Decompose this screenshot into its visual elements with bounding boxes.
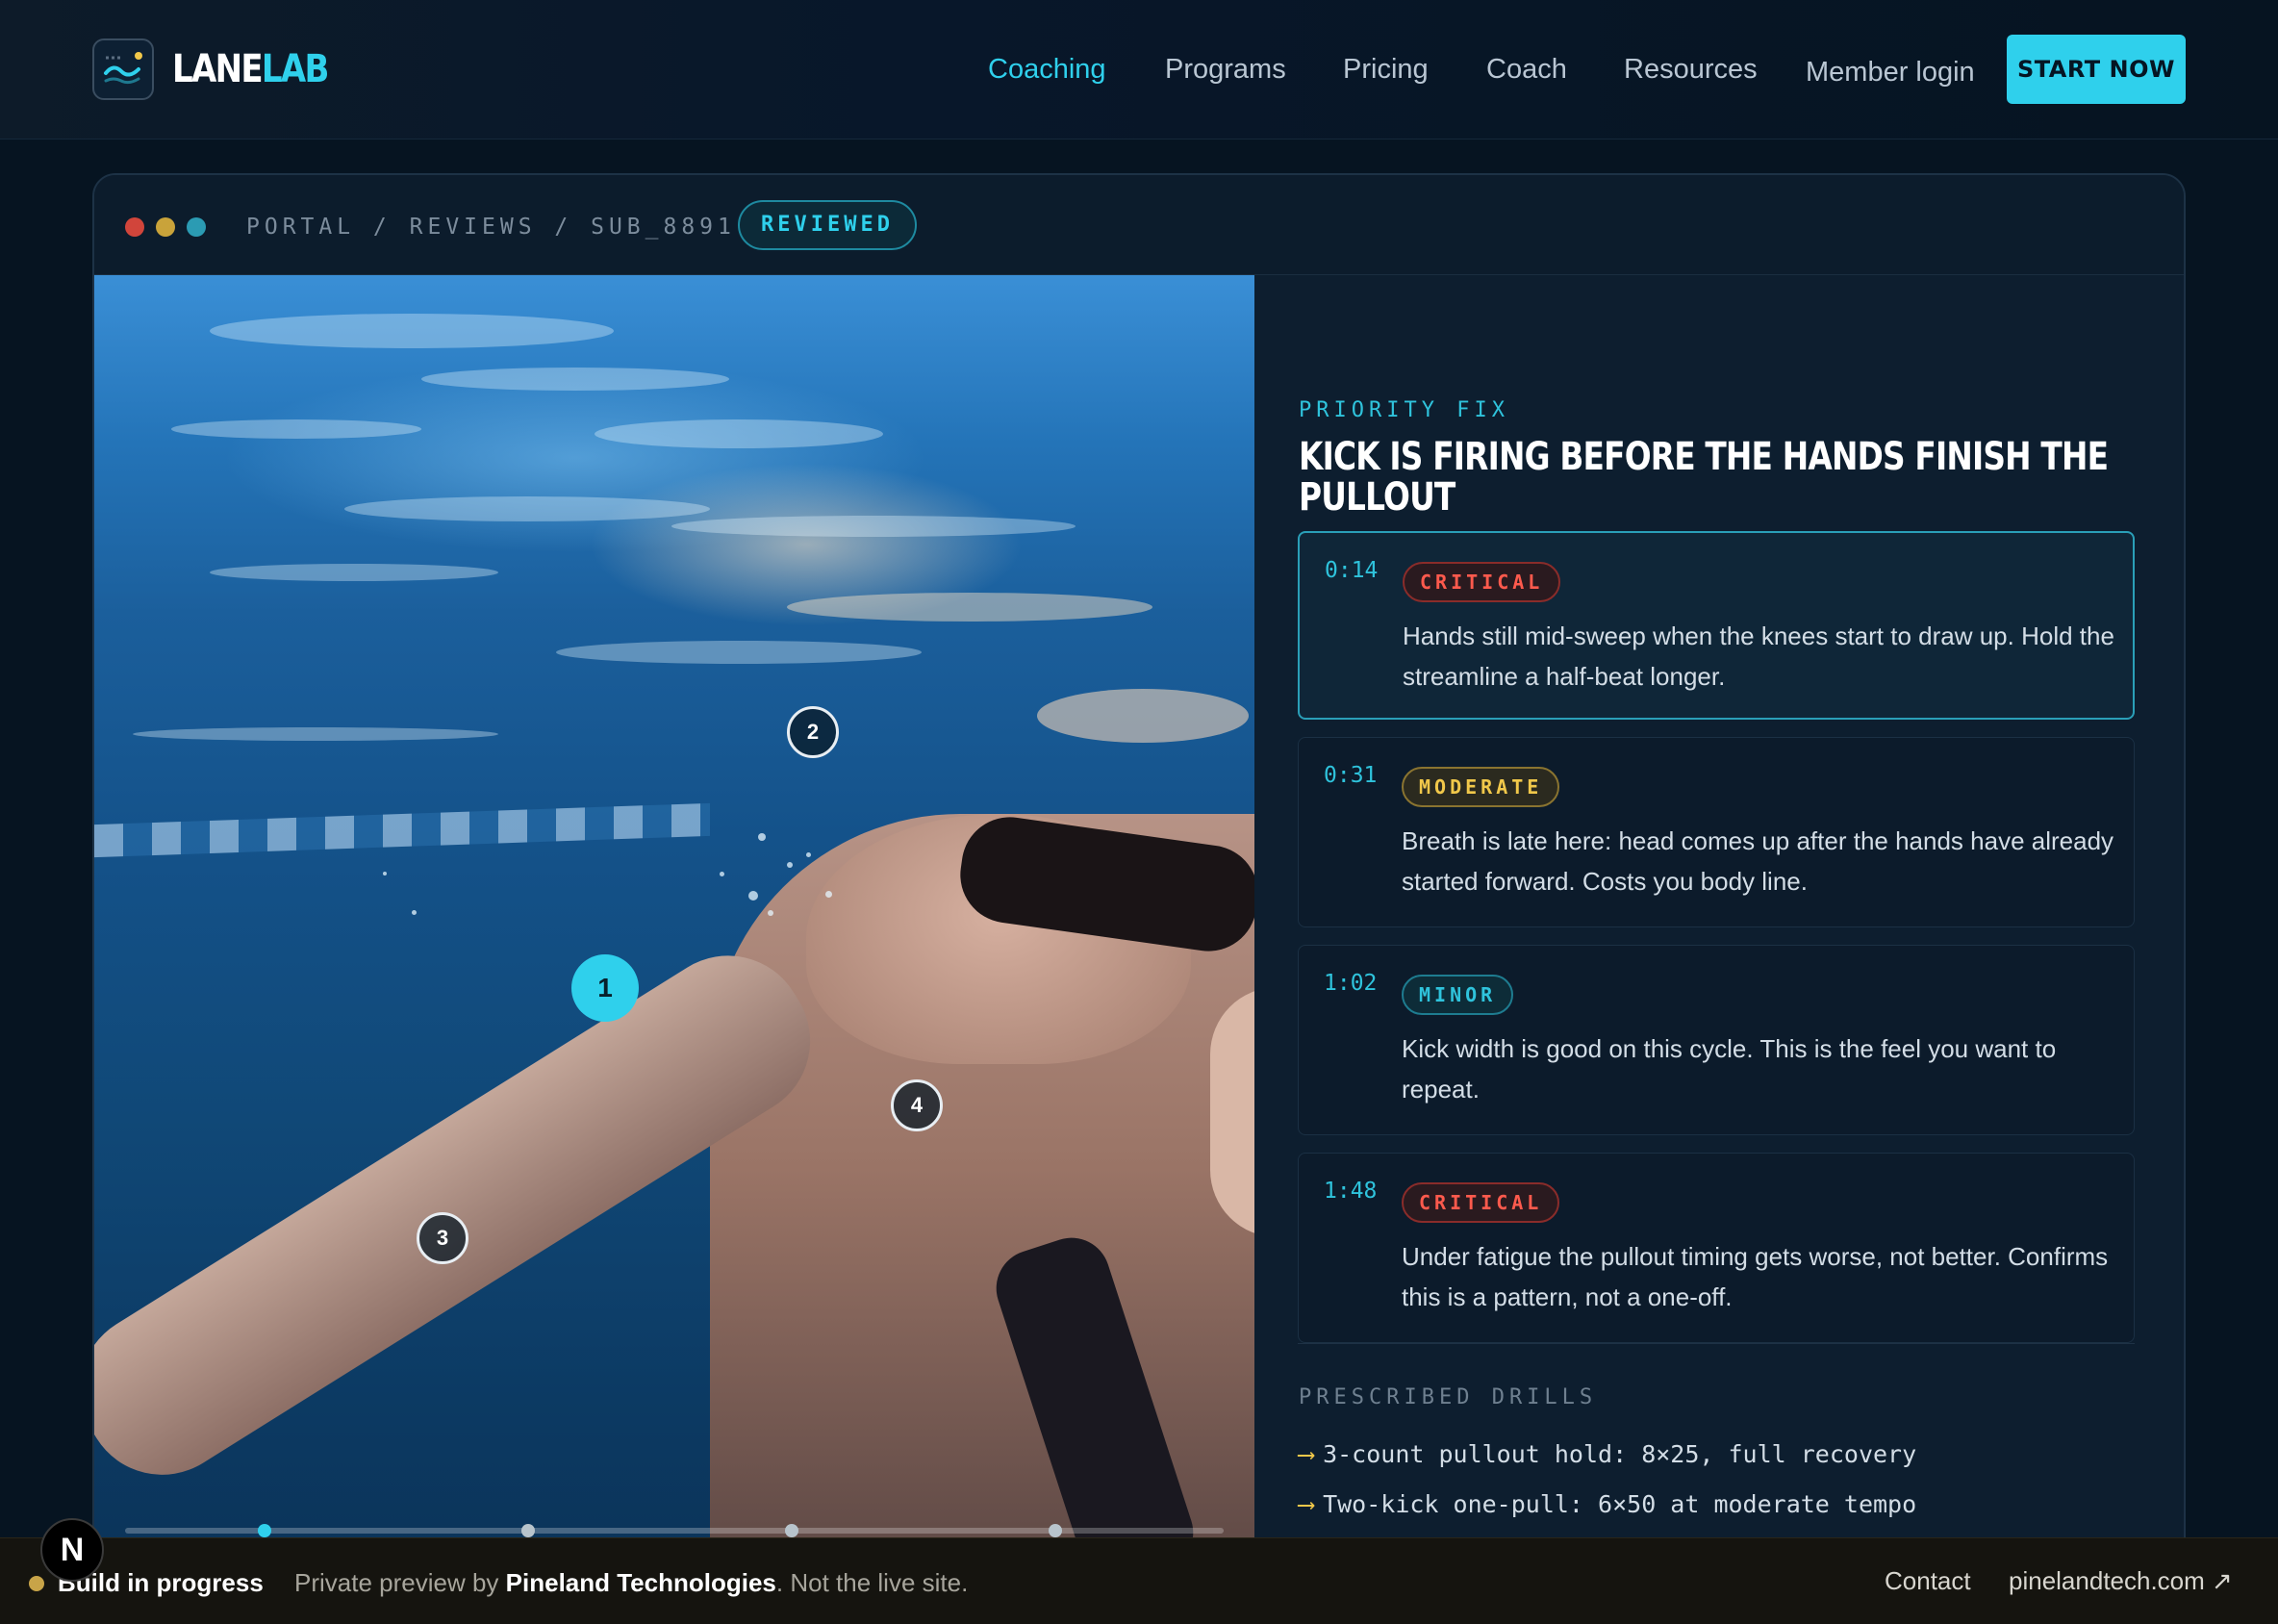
preview-banner: Build in progress Private preview by Pin… (0, 1537, 2278, 1624)
video-timeline[interactable] (125, 1524, 1224, 1537)
nav-item-pricing[interactable]: Pricing (1343, 48, 1429, 90)
marker-1[interactable]: 1 (571, 954, 639, 1022)
marker-3[interactable]: 3 (417, 1212, 468, 1264)
brand-wordmark[interactable]: LANELAB (172, 42, 329, 96)
note-text: Hands still mid-sweep when the knees sta… (1403, 622, 2114, 691)
brand-name-part2: LAB (261, 47, 329, 91)
brand-name-part1: LANE (172, 47, 264, 91)
preview-notice: Private preview by Pineland Technologies… (294, 1563, 968, 1602)
member-login-link[interactable]: Member login (1806, 51, 1975, 93)
breadcrumb: PORTAL / REVIEWS / SUB_8891 (246, 215, 736, 240)
panel-toolbar: PORTAL / REVIEWS / SUB_8891 REVIEWED (94, 175, 2184, 275)
drill-item: ⟶ 3-count pullout hold: 8×25, full recove… (1299, 1437, 1916, 1472)
swim-video-frame[interactable]: 1 2 3 4 (94, 275, 1254, 1624)
note-text: Under fatigue the pullout timing gets wo… (1402, 1242, 2109, 1311)
note-timestamp[interactable]: 0:14 (1325, 558, 1378, 583)
review-note-card[interactable]: 0:31 MODERATE Breath is late here: head … (1298, 737, 2135, 927)
severity-badge: MODERATE (1402, 767, 1560, 807)
lane-rope (94, 802, 710, 858)
swimmer-hand (1210, 987, 1254, 1237)
timeline-marker-3[interactable] (785, 1524, 798, 1537)
priority-label: PRIORITY FIX (1299, 398, 1509, 422)
note-timestamp[interactable]: 0:31 (1324, 763, 1377, 788)
company-site-link[interactable]: pinelandtech.com ↗ (2009, 1561, 2233, 1600)
company-name: Pineland Technologies (505, 1568, 776, 1597)
review-note-card[interactable]: 1:48 CRITICAL Under fatigue the pullout … (1298, 1153, 2135, 1343)
note-timestamp[interactable]: 1:02 (1324, 971, 1377, 996)
timeline-marker-2[interactable] (521, 1524, 535, 1537)
arrow-right-icon: ⟶ (1299, 1440, 1314, 1468)
contact-link[interactable]: Contact (1885, 1561, 1971, 1600)
arrow-right-icon: ⟶ (1299, 1490, 1314, 1518)
window-dot-teal (187, 217, 206, 237)
site-header: LANELAB Coaching Programs Pricing Coach … (0, 0, 2278, 140)
note-timestamp[interactable]: 1:48 (1324, 1179, 1377, 1204)
review-sidebar: PRIORITY FIX KICK IS FIRING BEFORE THE H… (1254, 275, 2184, 1624)
severity-badge: CRITICAL (1402, 1182, 1560, 1223)
nav-item-coaching[interactable]: Coaching (988, 48, 1106, 90)
drill-text: 3-count pullout hold: 8×25, full recover… (1323, 1440, 1917, 1468)
status-badge: REVIEWED (738, 200, 917, 250)
next-dev-badge-icon[interactable]: N (40, 1518, 104, 1582)
nav-item-programs[interactable]: Programs (1165, 48, 1286, 90)
note-text: Kick width is good on this cycle. This i… (1402, 1034, 2057, 1104)
review-panel: PORTAL / REVIEWS / SUB_8891 REVIEWED 1 2… (92, 173, 2186, 1624)
start-now-button[interactable]: START NOW (2007, 35, 2186, 104)
review-note-card[interactable]: 0:14 CRITICAL Hands still mid-sweep when… (1298, 531, 2135, 720)
marker-2[interactable]: 2 (787, 706, 839, 758)
build-status-dot (29, 1576, 44, 1591)
preview-prefix: Private preview by (294, 1568, 506, 1597)
nav-item-resources[interactable]: Resources (1624, 48, 1758, 90)
review-note-card[interactable]: 1:02 MINOR Kick width is good on this cy… (1298, 945, 2135, 1135)
drill-text: Two-kick one-pull: 6×50 at moderate temp… (1323, 1490, 1917, 1518)
preview-suffix: . Not the live site. (775, 1568, 969, 1597)
logo-icon[interactable] (92, 38, 154, 100)
drills-heading: PRESCRIBED DRILLS (1299, 1385, 1598, 1409)
section-divider (1298, 1343, 2135, 1344)
window-dot-red (125, 217, 144, 237)
severity-badge: MINOR (1402, 975, 1514, 1015)
drill-item: ⟶ Two-kick one-pull: 6×50 at moderate tem… (1299, 1487, 1916, 1522)
window-dot-yellow (156, 217, 175, 237)
marker-4[interactable]: 4 (891, 1079, 943, 1131)
timeline-marker-1[interactable] (258, 1524, 271, 1537)
nav-item-coach[interactable]: Coach (1486, 48, 1567, 90)
note-text: Breath is late here: head comes up after… (1402, 826, 2114, 896)
review-headline: KICK IS FIRING BEFORE THE HANDS FINISH T… (1299, 435, 2109, 520)
timeline-marker-4[interactable] (1049, 1524, 1062, 1537)
severity-badge: CRITICAL (1403, 562, 1561, 602)
